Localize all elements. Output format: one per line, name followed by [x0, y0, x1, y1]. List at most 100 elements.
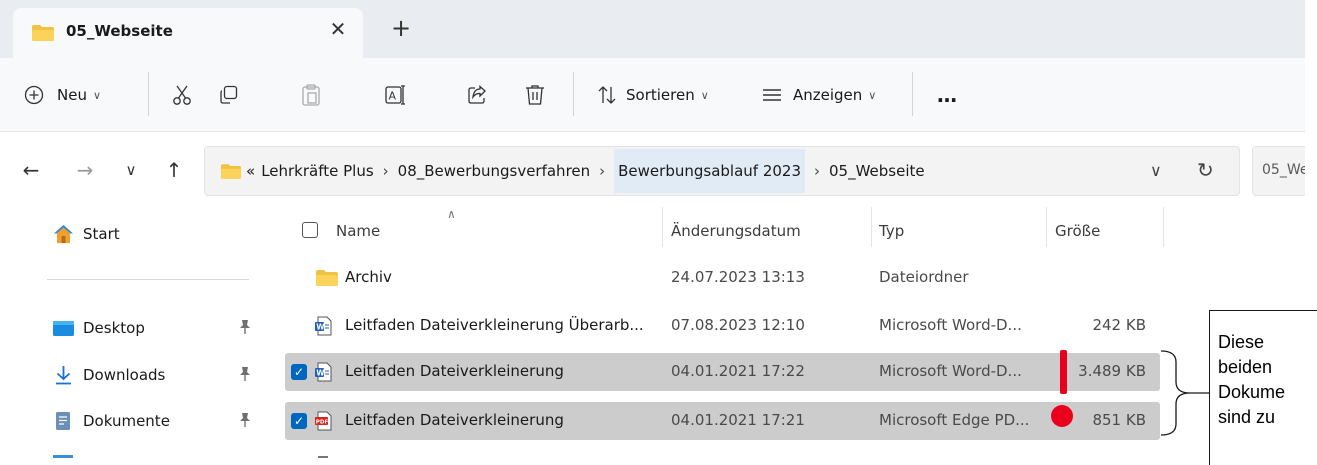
new-button[interactable]: Neu ∨ — [24, 58, 101, 132]
delete-icon — [526, 85, 544, 105]
address-bar[interactable]: « Lehrkräfte Plus › 08_Bewerbungsverfahr… — [204, 146, 1240, 196]
word-file-icon: W — [315, 316, 332, 336]
sort-button[interactable]: Sortieren ∨ — [597, 58, 709, 132]
refresh-icon[interactable]: ↻ — [1197, 158, 1214, 182]
file-type: Dateiordner — [879, 268, 969, 286]
add-circle-icon — [24, 85, 44, 105]
folder-icon — [316, 270, 338, 286]
paste-button[interactable] — [302, 58, 320, 132]
column-header-type[interactable]: Typ — [879, 222, 904, 240]
share-icon — [468, 85, 486, 104]
list-item-selected[interactable]: ✓ W Leitfaden Dateiverkleinerung 04.01.2… — [285, 353, 1160, 391]
column-divider[interactable] — [871, 207, 872, 247]
file-date: 07.08.2023 12:10 — [671, 316, 805, 334]
divider — [148, 72, 149, 116]
sort-label: Sortieren — [626, 86, 695, 104]
breadcrumb-item[interactable]: Bewerbungsablauf 2023 — [614, 149, 805, 193]
select-all-checkbox[interactable] — [302, 222, 318, 238]
annotation-callout: Diese beiden Dokume sind zu — [1209, 310, 1317, 465]
more-icon[interactable]: … — [937, 58, 958, 132]
view-label: Anzeigen — [793, 86, 863, 104]
pdf-file-icon: PDF — [315, 411, 332, 431]
recent-locations-icon[interactable]: ∨ — [120, 159, 142, 181]
forward-icon[interactable]: → — [74, 159, 96, 181]
breadcrumb-item[interactable]: Lehrkräfte Plus — [261, 162, 373, 180]
new-label: Neu — [57, 86, 87, 104]
column-header-size[interactable]: Größe — [1055, 222, 1100, 240]
svg-text:PDF: PDF — [316, 419, 329, 425]
file-date: 04.01.2021 17:21 — [671, 411, 805, 429]
nav-item-label: Start — [83, 225, 120, 243]
up-icon[interactable]: ↑ — [163, 159, 185, 181]
column-header-row: ∧ Name Änderungsdatum Typ Größe — [270, 207, 1305, 253]
list-item[interactable]: Archiv 24.07.2023 13:13 Dateiordner — [285, 259, 1160, 297]
address-row: ← → ∨ ↑ « Lehrkräfte Plus › 08_Bewerbung… — [0, 133, 1305, 207]
command-bar: Neu ∨ A Sortieren ∨ Anzeigen ∨ … — [0, 58, 1305, 132]
rename-button[interactable]: A — [385, 58, 407, 132]
svg-text:W: W — [316, 323, 325, 332]
chevron-down-icon: ∨ — [92, 88, 102, 102]
divider — [912, 72, 913, 116]
more-label: … — [937, 83, 958, 107]
list-item-selected[interactable]: ✓ PDF Leitfaden Dateiverkleinerung 04.01… — [285, 402, 1160, 440]
cut-button[interactable] — [171, 58, 193, 132]
file-name: Archiv — [345, 268, 392, 286]
chevron-right-icon: › — [814, 162, 820, 180]
file-size: 851 KB — [1092, 411, 1146, 429]
divider — [47, 279, 249, 280]
breadcrumb-overflow[interactable]: « — [246, 162, 255, 180]
svg-text:W: W — [316, 369, 325, 378]
plus-icon[interactable]: + — [388, 16, 414, 42]
search-input[interactable]: 05_We — [1252, 146, 1305, 196]
sort-icon — [598, 86, 616, 104]
column-divider[interactable] — [662, 207, 663, 247]
column-divider[interactable] — [1046, 207, 1047, 247]
pin-icon[interactable] — [238, 412, 252, 428]
delete-button[interactable] — [525, 58, 545, 132]
breadcrumb-item[interactable]: 08_Bewerbungsverfahren — [398, 162, 590, 180]
nav-item-partial — [53, 455, 73, 458]
nav-item-start[interactable]: Start — [0, 212, 270, 256]
back-icon[interactable]: ← — [20, 159, 42, 181]
close-icon[interactable]: ✕ — [327, 18, 349, 40]
cut-icon — [173, 85, 191, 105]
row-checkbox-checked[interactable]: ✓ — [291, 413, 307, 429]
nav-item-downloads[interactable]: Downloads — [0, 353, 270, 397]
share-button[interactable] — [467, 58, 487, 132]
view-button[interactable]: Anzeigen ∨ — [762, 58, 876, 132]
copy-icon — [220, 85, 238, 104]
red-marker-dot — [1051, 405, 1073, 427]
breadcrumb-item[interactable]: 05_Webseite — [829, 162, 925, 180]
sort-ascending-icon: ∧ — [447, 207, 456, 221]
column-header-name[interactable]: Name — [336, 222, 380, 240]
column-divider[interactable] — [1163, 207, 1164, 247]
curly-brace — [1160, 350, 1209, 436]
nav-item-documents[interactable]: Dokumente — [0, 399, 270, 443]
document-icon — [56, 412, 70, 430]
red-marker-bar — [1060, 350, 1067, 394]
file-size: 242 KB — [1092, 316, 1146, 334]
file-date: 04.01.2021 17:22 — [671, 362, 805, 380]
view-icon — [763, 89, 781, 101]
pin-icon[interactable] — [238, 366, 252, 382]
file-name: Leitfaden Dateiverkleinerung — [345, 411, 564, 429]
tab-title: 05_Webseite — [66, 22, 173, 40]
chevron-right-icon: › — [382, 162, 389, 180]
list-item[interactable]: W Leitfaden Dateiverkleinerung Überarb..… — [285, 307, 1160, 345]
pin-icon[interactable] — [238, 319, 252, 335]
annotation-line: Dokume — [1218, 382, 1286, 402]
column-header-date[interactable]: Änderungsdatum — [671, 222, 801, 240]
chevron-right-icon: › — [599, 162, 606, 180]
tab-05-webseite[interactable]: 05_Webseite ✕ — [13, 8, 363, 58]
row-checkbox-checked[interactable]: ✓ — [291, 364, 307, 380]
file-explorer-window: 05_Webseite ✕ + Neu ∨ A Sortieren ∨ Anze… — [0, 0, 1305, 458]
chevron-down-icon[interactable]: ∨ — [1150, 161, 1162, 180]
download-icon — [56, 366, 71, 385]
file-size: 3.489 KB — [1078, 362, 1146, 380]
file-list: ∧ Name Änderungsdatum Typ Größe Archiv 2… — [270, 207, 1305, 458]
nav-item-desktop[interactable]: Desktop — [0, 306, 270, 350]
copy-button[interactable] — [219, 58, 239, 132]
annotation-line: beiden — [1218, 357, 1273, 377]
file-type: Microsoft Word-D... — [879, 316, 1022, 334]
home-icon — [54, 225, 73, 243]
